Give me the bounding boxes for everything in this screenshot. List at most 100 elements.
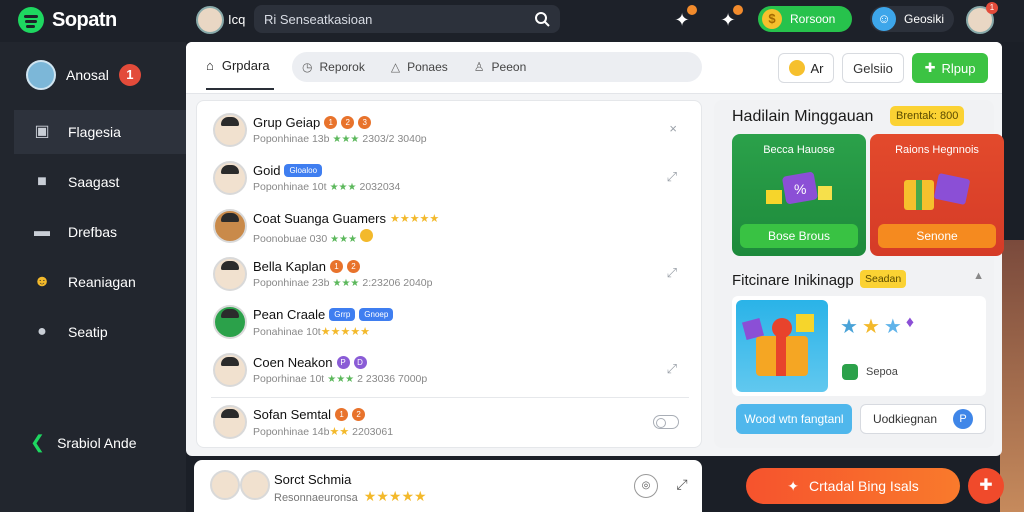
expand-icon[interactable]: ⤢ (667, 265, 677, 281)
item-meta: 2203061 (352, 426, 394, 438)
leaf-icon (842, 364, 858, 380)
search-icon[interactable] (534, 11, 550, 27)
toggle-switch[interactable] (653, 415, 679, 429)
item-name: Pean Craale (253, 307, 326, 322)
cta-button[interactable]: ✦ Crtadal Bing Isals (746, 468, 960, 504)
item-badge: 3 (358, 116, 372, 129)
app-logo[interactable]: Sopatn (18, 7, 117, 33)
tab-bar: ⌂ Grpdara ◷ Reporok △ Ponaes ♙ Peeon Ar Gel… (186, 42, 1002, 94)
sidebar-item-label: Drefbas (68, 224, 118, 240)
sidebar-item-flagesia[interactable]: ▣ Flagesia (14, 110, 186, 154)
rating-stars: ★★★★★ (320, 326, 371, 338)
avatar (210, 470, 240, 500)
claim-button[interactable]: Bose Brous (740, 224, 858, 248)
coin-balance-button[interactable]: $ Rorsoon (758, 6, 852, 32)
tab-group: ◷ Reporok △ Ponaes ♙ Peeon (292, 52, 702, 82)
sidebar-item-saagast[interactable]: ■ Saagast (14, 160, 186, 204)
avatar (213, 405, 247, 439)
item-badge: 2 (341, 116, 355, 129)
tab-label: Peeon (491, 60, 527, 74)
close-icon[interactable]: × (669, 121, 677, 136)
rating-stars: ★★★ (332, 134, 360, 145)
avatar (213, 209, 247, 243)
group-label: Rlpup (941, 60, 976, 76)
item-badge: 2 (352, 408, 366, 421)
avatar[interactable] (196, 6, 224, 34)
lock-icon: ■ (37, 173, 47, 190)
coin-icon: $ (762, 9, 782, 29)
item-subtitle: Poponhinae 13b (253, 133, 330, 145)
clock-icon: ◷ (302, 60, 313, 74)
list-item[interactable]: Coat Suanga Guamers ★★★★★ Poonobuae 030 ★★… (213, 205, 687, 249)
gift-icon (904, 173, 970, 210)
item-name: Sofan Semtal (253, 407, 332, 422)
item-meta: 2:23206 2040p (362, 277, 433, 289)
top-bar: Sopatn Icq Ri Senseatkasioan ✦ ✦ $ Rorso… (0, 0, 1024, 42)
tab-reporok[interactable]: ◷ Reporok (302, 60, 365, 74)
avatar (213, 161, 247, 195)
reward-card-green[interactable]: Becca Hauose % Bose Brous (732, 134, 866, 256)
tab-label: Ponaes (407, 60, 448, 74)
gem-icon: ♦ (905, 314, 914, 331)
item-badge: D (353, 356, 367, 369)
bell-icon: △ (390, 60, 401, 74)
refresh-icon[interactable]: ◎ (634, 474, 658, 498)
sidebar-item-label: Seatip (68, 324, 108, 340)
gift-icon: % (766, 172, 832, 204)
button-label: Uodkiegnan (872, 412, 938, 426)
expand-icon[interactable]: ⤢ (670, 474, 694, 498)
rating-stars: ★★★ (329, 182, 357, 193)
list-item[interactable]: Goid Gloaloo Poponhinae 10t ★★★ 2032034 ⤢ (213, 157, 687, 201)
tab-label: Grpdara (221, 58, 270, 73)
username: Icq (228, 12, 246, 27)
gift-box-icon (741, 314, 814, 376)
user-menu-button[interactable]: ☺ Geosiki (870, 6, 954, 32)
group-button[interactable]: ✚ Rlpup (912, 53, 988, 83)
sidebar-item-seatip[interactable]: ● Seatip (14, 310, 186, 354)
search-input[interactable]: Ri Senseatkasioan (254, 5, 560, 33)
rating-stars: ★★★★★ (389, 213, 440, 225)
featured-item[interactable]: ★ ★ ★ ♦ Sepoa (732, 296, 986, 396)
rating-stars: ★★★ (327, 374, 355, 385)
sidebar-bottom-link[interactable]: ❮ Srabiol Ande (30, 432, 137, 453)
reward-card-orange[interactable]: Raions Hegnnois Senone (870, 134, 1004, 256)
svg-text:%: % (794, 181, 806, 197)
list-item[interactable]: Grup Geiap 1 2 3 Poponhinae 13b ★★★ 2303/2 30… (213, 109, 687, 153)
calendar-button[interactable]: Gelsiio (842, 53, 904, 83)
tab-home[interactable]: ⌂ Grpdara (206, 58, 274, 90)
expand-icon[interactable]: ⤢ (667, 361, 677, 377)
sidebar-profile[interactable]: Anosal 1 (26, 60, 141, 90)
list-item[interactable]: Pean Craale Grrp Gnoep Ponahinae 10t★★★★★ (213, 301, 687, 345)
list-item[interactable]: Bella Kaplan 1 2 Poponhinae 23b ★★★ 2:23206 … (213, 253, 687, 297)
item-subtitle: Poonobuae 030 (253, 233, 328, 245)
item-subtitle: Ponahinae 10t (253, 326, 321, 338)
item-badge: 1 (330, 260, 343, 273)
profile-name: Anosal (66, 67, 109, 83)
primary-action-button[interactable]: Wood wtn fangtanl (736, 404, 852, 434)
gift-action-button[interactable]: ✚ (968, 468, 1004, 504)
tab-ponaes[interactable]: △ Ponaes (391, 60, 448, 74)
star-icon: ★ (861, 316, 880, 338)
sidebar-item-drefbas[interactable]: ▬ Drefbas (14, 210, 186, 254)
bottom-name: Sorct Schmia (274, 472, 352, 487)
sidebar-item-reaniagan[interactable]: ☻ Reaniagan (14, 260, 186, 304)
profile-avatar[interactable]: 1 (966, 2, 998, 34)
notification-icon[interactable]: ✦ (716, 5, 743, 32)
ar-button[interactable]: Ar (778, 53, 834, 83)
claim-button[interactable]: Senone (878, 224, 996, 248)
list-item[interactable]: Sofan Semtal 1 2 Poponhinae 14b★★ 2203061 (213, 401, 687, 445)
list-item[interactable]: Coen Neakon P D Poporhinae 10t ★★★ 2 23036 7… (213, 349, 687, 393)
sidebar-item-label: Reaniagan (68, 274, 136, 290)
tab-peeon[interactable]: ♙ Peeon (474, 60, 526, 74)
puzzle-icon[interactable]: ✦ (670, 5, 697, 32)
chevron-up-icon[interactable]: ▲ (973, 270, 984, 282)
share-icon: ❮ (30, 432, 46, 452)
avatar (240, 470, 270, 500)
home-icon: ⌂ (206, 58, 214, 73)
divider (211, 397, 689, 398)
expand-icon[interactable]: ⤢ (667, 169, 677, 185)
secondary-action-button[interactable]: Uodkiegnan P (860, 404, 986, 434)
item-subtitle: Poponhinae 14b (253, 426, 330, 438)
item-badge: 1 (335, 408, 349, 421)
item-meta: 2303/2 3040p (362, 133, 427, 145)
